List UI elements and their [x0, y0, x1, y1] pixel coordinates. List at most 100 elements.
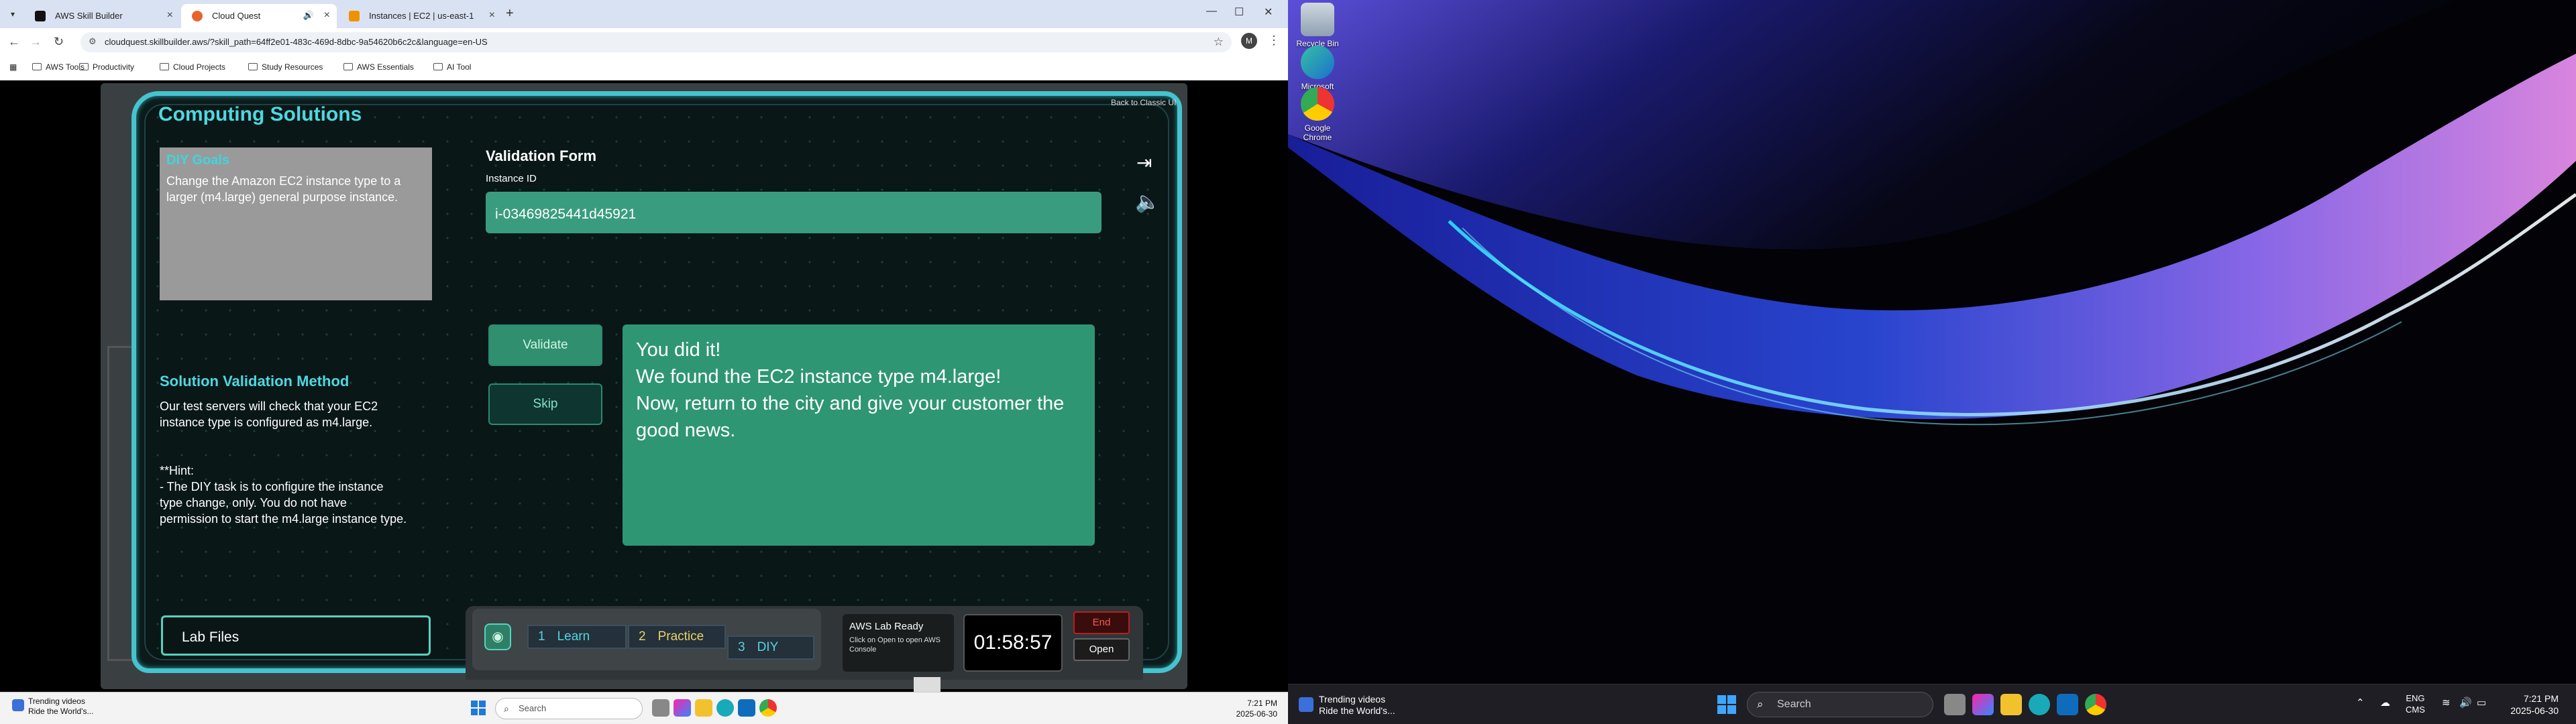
tab-search-icon[interactable]: ▾: [5, 7, 20, 21]
menu-kebab-icon[interactable]: ⋮: [1268, 34, 1280, 48]
cloud-quest-game: Computing Solutions Back to Classic UI D…: [0, 80, 1288, 692]
folder-icon: [160, 63, 169, 70]
skip-button[interactable]: Skip: [488, 383, 602, 425]
bookmark-star-icon[interactable]: ☆: [1214, 36, 1224, 49]
step-practice[interactable]: 2 Practice: [628, 625, 726, 649]
taskbar-search[interactable]: ⌕ Search: [1747, 692, 1933, 717]
onedrive-icon[interactable]: ☁: [2380, 697, 2390, 709]
tab-close-icon[interactable]: ×: [167, 9, 173, 21]
tab-close-icon[interactable]: ×: [324, 9, 330, 21]
chrome-icon[interactable]: [2085, 694, 2106, 715]
step-diy[interactable]: 3 DIY: [727, 636, 814, 660]
audio-playing-icon[interactable]: 🔊: [303, 10, 314, 21]
forward-icon[interactable]: →: [30, 35, 42, 49]
bookmark-aws-tools[interactable]: AWS Tools: [32, 62, 85, 72]
site-info-icon[interactable]: ⚙: [89, 36, 97, 47]
lab-status-sub: Click on Open to open AWS Console: [849, 636, 941, 654]
horizontal-scrollbar[interactable]: [914, 677, 941, 692]
widgets-button[interactable]: Trending videos Ride the World's...: [1299, 694, 1395, 717]
close-window-icon[interactable]: ✕: [1264, 5, 1273, 19]
url-text[interactable]: cloudquest.skillbuilder.aws/?skill_path=…: [105, 37, 488, 47]
widgets-button[interactable]: Trending videos Ride the World's...: [12, 697, 93, 717]
new-tab-icon[interactable]: +: [506, 6, 514, 21]
wifi-icon[interactable]: ≋: [2442, 697, 2451, 709]
taskbar-search[interactable]: ⌕ Search: [495, 698, 643, 719]
taskbar-left: Trending videos Ride the World's... ⌕ Se…: [0, 692, 1288, 724]
taskbar-clock[interactable]: 7:21 PM 2025-06-30: [1236, 698, 1277, 719]
sound-icon[interactable]: 🔈: [1135, 190, 1160, 214]
taskbar-clock[interactable]: 7:21 PM 2025-06-30: [2510, 692, 2559, 717]
success-message: You did it! We found the EC2 instance ty…: [623, 324, 1095, 546]
edge-icon[interactable]: [716, 699, 734, 717]
start-button[interactable]: [471, 701, 486, 715]
search-icon: ⌕: [504, 703, 509, 714]
tab-ec2-instances[interactable]: Instances | EC2 | us-east-1 ×: [338, 4, 502, 28]
chrome-icon: [1301, 87, 1334, 121]
file-explorer-icon[interactable]: [695, 699, 712, 717]
desktop-wallpaper: [1288, 0, 2576, 684]
bookmark-cloud-projects[interactable]: Cloud Projects: [160, 62, 225, 72]
diy-goals-heading: DIY Goals: [166, 153, 230, 168]
bookmark-aws-essentials[interactable]: AWS Essentials: [343, 62, 414, 72]
desktop-icon-chrome[interactable]: Google Chrome: [1291, 87, 1344, 142]
bookmark-ai-tool[interactable]: AI Tool: [433, 62, 471, 72]
open-console-button[interactable]: Open: [1073, 638, 1130, 661]
start-button[interactable]: [1717, 695, 1736, 714]
task-view-icon[interactable]: [652, 699, 669, 717]
bookmark-study-resources[interactable]: Study Resources: [248, 62, 323, 72]
back-to-classic-link[interactable]: Back to Classic UI: [1111, 98, 1176, 107]
diy-goals-text: Change the Amazon EC2 instance type to a…: [166, 174, 401, 204]
task-view-icon[interactable]: [1944, 694, 1966, 715]
apps-grid-icon[interactable]: ▦: [9, 62, 17, 72]
widgets-icon: [1299, 697, 1313, 712]
end-lab-button[interactable]: End: [1073, 611, 1130, 634]
folder-icon: [248, 63, 258, 70]
step-learn[interactable]: 1 Learn: [527, 625, 627, 649]
instance-id-value: i-03469825441d45921: [495, 206, 637, 222]
omnibox[interactable]: ⚙ cloudquest.skillbuilder.aws/?skill_pat…: [80, 32, 1232, 52]
maximize-icon[interactable]: ☐: [1234, 5, 1244, 19]
folder-icon: [433, 63, 443, 70]
reload-icon[interactable]: ↻: [54, 35, 64, 49]
edge-icon[interactable]: [2029, 694, 2050, 715]
game-title: Computing Solutions: [158, 103, 362, 125]
chrome-icon[interactable]: [759, 699, 777, 717]
hint-text: **Hint: - The DIY task is to configure t…: [160, 464, 407, 526]
minimize-icon[interactable]: —: [1206, 5, 1217, 17]
profile-avatar[interactable]: M: [1241, 33, 1257, 49]
file-explorer-icon[interactable]: [2000, 694, 2022, 715]
copilot-icon[interactable]: [1972, 694, 1994, 715]
ec2-favicon-icon: [349, 11, 360, 21]
copilot-icon[interactable]: [674, 699, 691, 717]
back-icon[interactable]: ←: [8, 35, 20, 49]
outlook-icon[interactable]: [738, 699, 755, 717]
solution-validation-text: Our test servers will check that your EC…: [160, 400, 378, 429]
outlook-icon[interactable]: [2057, 694, 2078, 715]
widgets-icon: [12, 699, 24, 711]
desktop-icon-recycle-bin[interactable]: Recycle Bin: [1291, 3, 1344, 48]
volume-icon[interactable]: 🔊: [2459, 697, 2472, 709]
tab-close-icon[interactable]: ×: [489, 9, 495, 21]
validate-button[interactable]: Validate: [488, 324, 602, 366]
search-icon: ⌕: [1757, 698, 1764, 711]
screen: ▾ AWS Skill Builder × Cloud Quest 🔊 × In…: [0, 0, 2576, 724]
lab-files-button[interactable]: Lab Files: [161, 615, 431, 656]
tab-cloud-quest[interactable]: Cloud Quest 🔊 ×: [181, 4, 337, 28]
tray-overflow-icon[interactable]: ⌃: [2356, 697, 2365, 709]
robot-icon[interactable]: ◉: [484, 623, 511, 650]
left-monitor: ▾ AWS Skill Builder × Cloud Quest 🔊 × In…: [0, 0, 1288, 724]
bookmark-productivity[interactable]: Productivity: [79, 62, 134, 72]
diy-goals-panel: DIY Goals Change the Amazon EC2 instance…: [160, 147, 432, 300]
frame-bracket: [107, 346, 134, 661]
instance-id-input[interactable]: i-03469825441d45921: [486, 192, 1102, 233]
battery-icon[interactable]: ▭: [2477, 697, 2486, 709]
aws-favicon-icon: [35, 11, 46, 21]
exit-icon[interactable]: ⇥: [1136, 152, 1152, 174]
folder-icon: [32, 63, 42, 70]
lab-status-title: AWS Lab Ready: [849, 621, 924, 632]
folder-icon: [79, 63, 89, 70]
lab-timer: 01:58:57: [963, 614, 1063, 672]
edge-icon: [1301, 46, 1334, 79]
language-indicator[interactable]: ENG CMS: [2406, 692, 2425, 715]
tab-aws-skill-builder[interactable]: AWS Skill Builder ×: [24, 4, 180, 28]
